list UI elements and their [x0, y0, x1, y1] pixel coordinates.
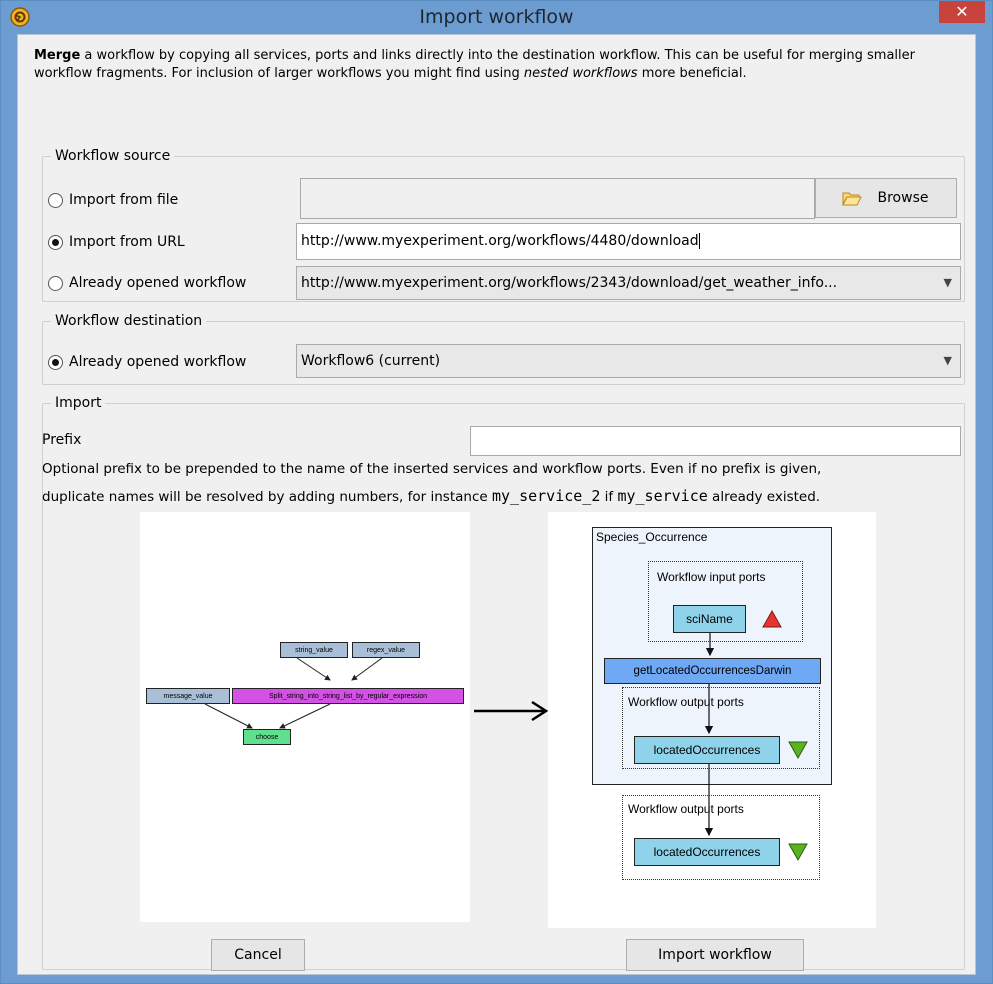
opened-workflow-source-select[interactable]: http://www.myexperiment.org/workflows/23…	[296, 266, 961, 300]
regex-value-node: regex_value	[352, 642, 420, 658]
already-opened-source-radio[interactable]: Already opened workflow	[48, 270, 246, 296]
title-bar[interactable]: Import workflow ✕	[1, 1, 992, 34]
help-code-example-1: my_service_2	[491, 487, 601, 505]
prefix-help-line-1: Optional prefix to be prepended to the n…	[42, 461, 822, 477]
chevron-down-icon: ▼	[943, 354, 952, 367]
import-legend: Import	[55, 395, 102, 411]
destination-workflow-select[interactable]: Workflow6 (current) ▼	[296, 344, 961, 378]
import-from-url-label: Import from URL	[69, 234, 185, 250]
close-button[interactable]: ✕	[939, 1, 985, 23]
prefix-input[interactable]	[470, 426, 961, 456]
triangle-down-icon	[788, 843, 808, 862]
import-from-file-label: Import from file	[69, 192, 179, 208]
browse-label: Browse	[877, 190, 929, 206]
dialog-content: Merge a workflow by copying all services…	[17, 34, 976, 975]
source-diagram-links	[204, 657, 383, 729]
choose-node: choose	[243, 729, 291, 745]
folder-open-icon	[842, 192, 862, 206]
already-opened-source-label: Already opened workflow	[69, 275, 247, 291]
intro-text-2: more beneficial.	[637, 66, 747, 81]
prefix-help-line-2: duplicate names will be resolved by addi…	[42, 487, 820, 505]
message-value-node: message_value	[146, 688, 230, 704]
text-caret	[698, 233, 700, 249]
workflow-destination-legend: Workflow destination	[55, 313, 203, 329]
radio-unchecked-icon[interactable]	[48, 192, 63, 208]
outer-located-occurrences-port: locatedOccurrences	[634, 838, 780, 866]
triangle-down-icon	[788, 741, 808, 760]
url-input[interactable]: http://www.myexperiment.org/workflows/44…	[296, 223, 961, 260]
split-string-node: Split_string_into_string_list_by_regular…	[232, 688, 464, 704]
import-workflow-window: Import workflow ✕ Merge a workflow by co…	[0, 0, 993, 984]
already-opened-destination-label: Already opened workflow	[69, 354, 247, 370]
browse-button[interactable]: Browse	[815, 178, 957, 218]
already-opened-destination-radio[interactable]: Already opened workflow	[48, 349, 246, 375]
outer-output-ports-label: Workflow output ports	[628, 802, 744, 816]
help-code-example-2: my_service	[617, 487, 708, 505]
destination-workflow-diagram: Species_Occurrence Workflow input ports …	[548, 512, 876, 928]
help-text-b: if	[600, 489, 618, 505]
import-workflow-button[interactable]: Import workflow	[626, 939, 804, 971]
intro-text-1: a workflow by copying all services, port…	[34, 48, 915, 81]
prefix-label: Prefix	[42, 432, 82, 448]
import-from-file-radio[interactable]: Import from file	[48, 187, 178, 213]
inner-output-ports-label: Workflow output ports	[628, 695, 744, 709]
help-text-a: duplicate names will be resolved by addi…	[42, 489, 492, 505]
string-value-node: string_value	[280, 642, 348, 658]
help-text-c: already existed.	[707, 489, 821, 505]
get-located-occurrences-service: getLocatedOccurrencesDarwin	[604, 658, 821, 684]
inner-located-occurrences-port: locatedOccurrences	[634, 736, 780, 764]
workflow-source-legend: Workflow source	[55, 148, 171, 164]
url-input-value: http://www.myexperiment.org/workflows/44…	[301, 233, 699, 249]
intro-bold: Merge	[34, 48, 81, 63]
radio-checked-icon[interactable]	[48, 234, 63, 250]
opened-workflow-source-value: http://www.myexperiment.org/workflows/23…	[301, 275, 838, 291]
chevron-down-icon: ▼	[943, 276, 952, 289]
arrow-right-icon	[474, 700, 549, 722]
import-from-url-radio[interactable]: Import from URL	[48, 229, 185, 255]
intro-italic: nested workflows	[523, 66, 638, 81]
window-title: Import workflow	[419, 6, 574, 28]
radio-unchecked-icon[interactable]	[48, 275, 63, 291]
destination-workflow-value: Workflow6 (current)	[301, 353, 441, 369]
radio-checked-icon[interactable]	[48, 354, 63, 370]
cancel-button[interactable]: Cancel	[211, 939, 305, 971]
intro-text: Merge a workflow by copying all services…	[34, 47, 959, 83]
file-path-field[interactable]	[300, 178, 815, 219]
source-workflow-diagram: string_value regex_value message_value S…	[140, 512, 470, 922]
